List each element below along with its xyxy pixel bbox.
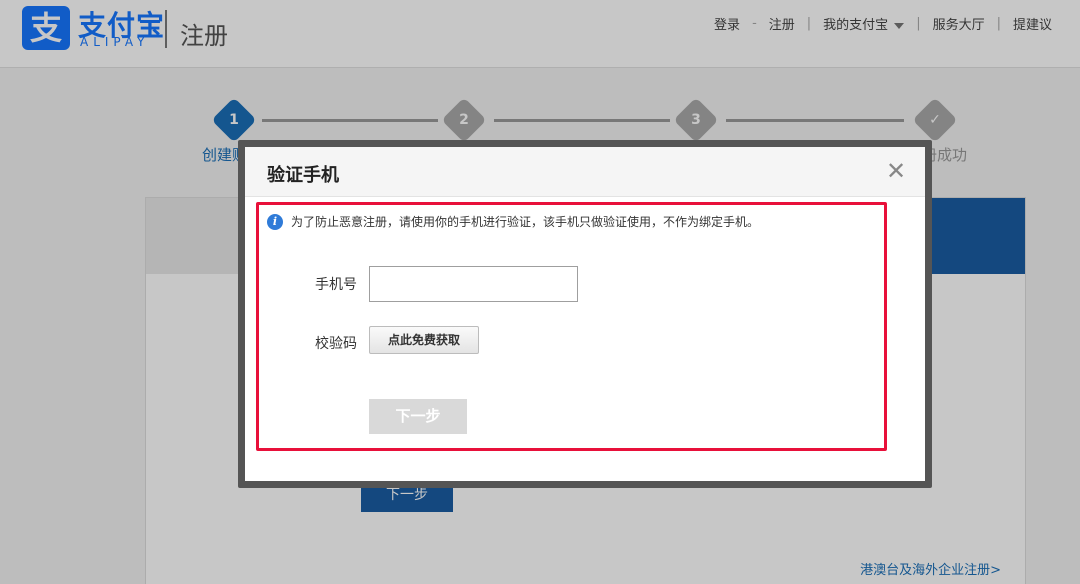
- dialog-header: 验证手机 ✕: [245, 147, 925, 197]
- highlight-box: [256, 202, 887, 451]
- info-message: i 为了防止恶意注册，请使用你的手机进行验证，该手机只做验证使用，不作为绑定手机…: [267, 213, 759, 230]
- phone-label: 手机号: [315, 277, 357, 293]
- get-code-button[interactable]: 点此免费获取: [369, 326, 479, 354]
- info-icon: i: [267, 213, 283, 230]
- verify-phone-dialog: 验证手机 ✕ i 为了防止恶意注册，请使用你的手机进行验证，该手机只做验证使用，…: [245, 147, 925, 481]
- next-step-button[interactable]: 下一步: [369, 399, 467, 434]
- info-text: 为了防止恶意注册，请使用你的手机进行验证，该手机只做验证使用，不作为绑定手机。: [291, 215, 760, 229]
- close-icon[interactable]: ✕: [881, 156, 911, 186]
- phone-input[interactable]: [369, 266, 578, 302]
- dialog-title: 验证手机: [267, 165, 339, 186]
- code-label: 校验码: [315, 336, 357, 352]
